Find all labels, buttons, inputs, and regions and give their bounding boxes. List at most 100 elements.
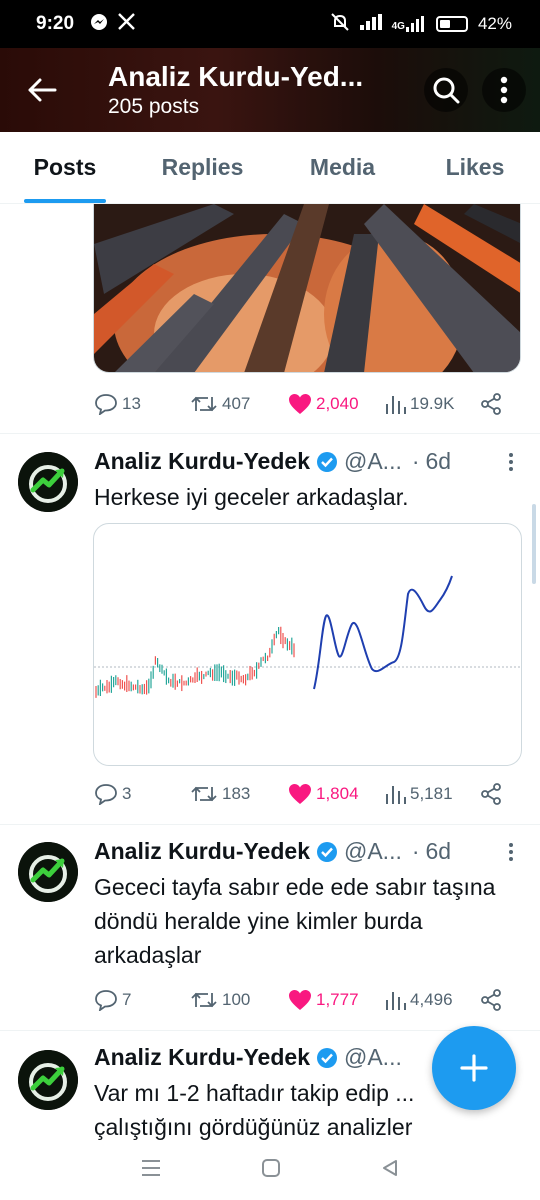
repost-count: 183 [222,784,251,803]
post-image[interactable] [93,523,522,766]
reply-icon [95,784,117,805]
tab-likes[interactable]: Likes [410,132,540,203]
divider [0,824,540,825]
like-count: 2,040 [316,394,359,413]
messenger-icon [90,13,108,36]
tab-media[interactable]: Media [275,132,410,203]
heart-filled-icon [289,784,311,804]
share-button[interactable] [480,989,502,1011]
verified-badge-icon [316,451,337,472]
heart-filled-icon [289,394,311,414]
back-icon[interactable] [380,1158,400,1183]
post-time[interactable]: 6d [426,838,452,865]
repost-button[interactable]: 183 [190,783,250,805]
post-more-button[interactable] [508,842,514,867]
post-more-button[interactable] [508,452,514,477]
tab-replies[interactable]: Replies [130,132,275,203]
views-count: 4,496 [410,990,453,1009]
profile-header: Analiz Kurdu-Yed... 205 posts [0,48,540,132]
avatar-logo-icon [18,1050,78,1110]
reply-button[interactable]: 7 [94,989,131,1011]
back-button[interactable] [20,68,64,112]
avatar-logo-icon [18,452,78,512]
post-time[interactable]: 6d [426,448,452,475]
reply-count: 7 [122,990,132,1009]
plus-icon [460,1054,488,1082]
author-name[interactable]: Analiz Kurdu-Yedek [94,448,310,475]
share-icon [481,783,501,805]
verified-badge-icon [316,841,337,862]
search-button[interactable] [424,68,468,112]
repost-icon [191,992,217,1008]
author-name[interactable]: Analiz Kurdu-Yedek [94,1044,310,1071]
recents-icon[interactable] [140,1158,162,1183]
battery-fill [439,20,451,28]
repost-icon [191,396,217,412]
views-icon [386,396,406,414]
post-text: Herkese iyi geceler arkadaşlar. [94,484,409,510]
more-vertical-icon [509,453,513,471]
system-navigation-bar [0,1140,540,1200]
separator-dot: · [411,448,420,474]
like-button[interactable]: 1,777 [288,989,359,1011]
home-icon[interactable] [261,1158,281,1183]
author-handle[interactable]: @A... [344,448,402,475]
repost-button[interactable]: 407 [190,393,250,415]
views-count: 5,181 [410,784,453,803]
views-button[interactable]: 4,496 [384,989,453,1011]
post-header: Analiz Kurdu-Yedek @A... · 6d [94,448,514,475]
verified-badge-icon [316,1047,337,1068]
more-vertical-icon [500,76,508,104]
mute-icon [330,12,350,37]
repost-count: 100 [222,990,251,1009]
repost-icon [191,786,217,802]
search-icon [433,77,460,104]
reply-button[interactable]: 13 [94,393,141,415]
status-bar: 9:20 4G 42% [0,0,540,48]
scrollbar[interactable] [532,504,536,584]
like-button[interactable]: 2,040 [288,393,359,415]
share-icon [481,393,501,415]
author-name[interactable]: Analiz Kurdu-Yedek [94,838,310,865]
reply-button[interactable]: 3 [94,783,131,805]
like-count: 1,804 [316,784,359,803]
profile-name: Analiz Kurdu-Yed... [108,61,364,92]
reply-icon [95,394,117,415]
repost-button[interactable]: 100 [190,989,250,1011]
battery-percent: 42% [477,14,512,33]
like-button[interactable]: 1,804 [288,783,359,805]
post-header: Analiz Kurdu-Yedek @A... · 6d [94,838,514,865]
timeline[interactable]: 13 407 2,040 19.9K Analiz Kurdu-Yedek @A… [0,204,540,1140]
more-options-button[interactable] [482,68,526,112]
reply-count: 13 [122,394,141,413]
heart-filled-icon [289,990,311,1010]
avatar[interactable] [18,1050,78,1110]
share-button[interactable] [480,393,502,415]
views-button[interactable]: 19.9K [384,393,454,415]
post-image[interactable] [93,204,521,373]
avatar[interactable] [18,452,78,512]
views-icon [386,786,406,804]
avatar[interactable] [18,842,78,902]
like-count: 1,777 [316,990,359,1009]
views-button[interactable]: 5,181 [384,783,453,805]
post-actions: 7 100 1,777 4,496 [94,986,514,1014]
author-handle[interactable]: @A... [344,838,402,865]
signal-4g-icon: 4G [392,16,426,32]
battery-icon [435,16,468,32]
x-icon [118,13,135,35]
signal-icon [359,13,382,35]
reply-icon [95,990,117,1011]
post-actions: 3 183 1,804 5,181 [94,780,514,808]
views-icon [386,992,406,1010]
arrow-left-icon [28,78,57,102]
post-count: 205 posts [108,95,200,118]
status-time: 9:20 [36,13,75,34]
share-button[interactable] [480,783,502,805]
compose-post-button[interactable] [432,1026,516,1110]
tab-posts[interactable]: Posts [0,132,130,203]
avatar-logo-icon [18,842,78,902]
author-handle[interactable]: @A... [344,1044,402,1071]
share-icon [481,989,501,1011]
post-actions: 13 407 2,040 19.9K [94,390,514,418]
